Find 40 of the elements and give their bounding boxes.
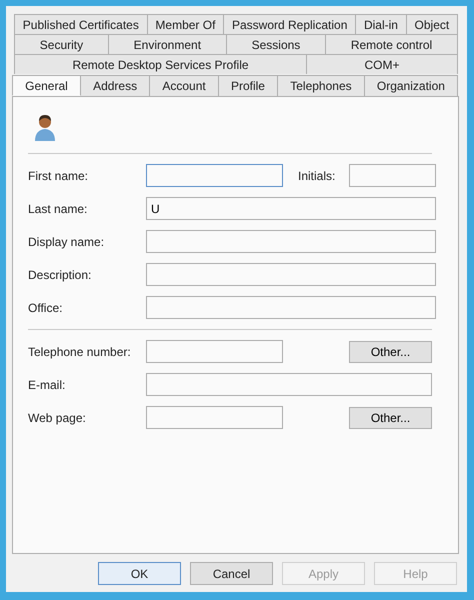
- other-button[interactable]: Other...: [349, 406, 432, 428]
- input-field[interactable]: [146, 406, 283, 429]
- input-field[interactable]: [146, 263, 436, 286]
- tab[interactable]: Remote Desktop Services Profile: [14, 54, 308, 74]
- tab[interactable]: Password Replication: [223, 14, 356, 34]
- field-label: Telephone number:: [28, 344, 132, 358]
- tab[interactable]: Environment: [108, 34, 227, 54]
- tab[interactable]: Member Of: [146, 14, 224, 34]
- field-label: Description:: [28, 268, 92, 282]
- field-label: Web page:: [28, 410, 87, 424]
- field-label: First name:: [28, 168, 90, 182]
- tab[interactable]: Sessions: [226, 34, 326, 54]
- input-field[interactable]: [146, 296, 436, 319]
- user-icon: [33, 113, 57, 141]
- tab[interactable]: Organization: [364, 75, 458, 96]
- tab[interactable]: Published Certificates: [14, 14, 148, 34]
- input-field[interactable]: [146, 373, 432, 396]
- tab[interactable]: Telephones: [277, 75, 365, 96]
- dialog-button[interactable]: OK: [98, 562, 181, 585]
- field-label: Initials:: [298, 168, 336, 182]
- field-label: Display name:: [28, 234, 106, 248]
- tab[interactable]: Dial-in: [355, 14, 407, 34]
- dialog-button[interactable]: Cancel: [190, 562, 273, 585]
- field-label: E-mail:: [28, 378, 66, 392]
- tab[interactable]: Account: [149, 75, 219, 96]
- field-label: Office:: [28, 300, 64, 314]
- tab[interactable]: General: [12, 75, 81, 96]
- other-button[interactable]: Other...: [349, 340, 432, 362]
- tab[interactable]: Security: [14, 34, 109, 54]
- input-field[interactable]: [146, 340, 283, 363]
- input-field[interactable]: U: [146, 197, 436, 220]
- field-label: Last name:: [28, 202, 88, 216]
- input-field[interactable]: [146, 230, 436, 253]
- tab[interactable]: Remote control: [325, 34, 458, 54]
- tab[interactable]: Profile: [218, 75, 278, 96]
- tab[interactable]: COM+: [306, 54, 458, 74]
- tab[interactable]: Address: [80, 75, 150, 96]
- input-field[interactable]: [146, 164, 283, 187]
- tab[interactable]: Object: [406, 14, 458, 34]
- input-field[interactable]: [349, 164, 436, 187]
